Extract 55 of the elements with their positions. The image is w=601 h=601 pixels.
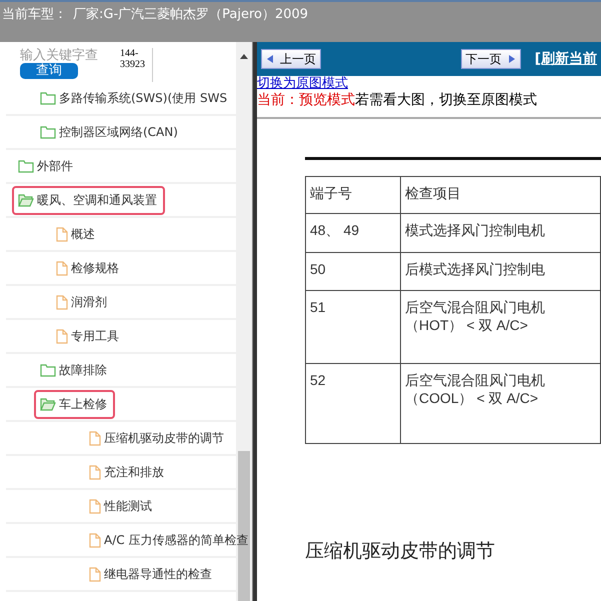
code-text: 144-33923: [120, 48, 153, 82]
table-cell: 模式选择风门控制电机: [400, 214, 600, 252]
section-heading: 压缩机驱动皮带的调节: [305, 539, 496, 564]
window-title: 厂家:G-广汽三菱帕杰罗（Pajero）2009: [73, 6, 308, 23]
tree-item[interactable]: 多路传输系统(SWS)(使用 SWS: [34, 84, 236, 112]
folder-icon: [40, 91, 56, 105]
tree-item[interactable]: 故障排除: [34, 356, 115, 384]
document-icon: [89, 464, 101, 480]
scroll-up-icon[interactable]: [239, 52, 249, 60]
open-folder-icon: [18, 193, 34, 207]
tree-item[interactable]: 概述: [50, 220, 103, 248]
column-header: 端子号: [306, 176, 400, 214]
document-icon: [89, 566, 101, 582]
document-icon: [56, 294, 68, 310]
right-arrow-icon: [508, 54, 516, 64]
mode-switch-link[interactable]: 切换为原图模式: [257, 76, 348, 91]
left-arrow-icon: [266, 54, 274, 64]
tree-item[interactable]: A/C 压力传感器的简单检查: [83, 526, 256, 554]
tree-item[interactable]: 暖风、空调和通风装置: [12, 186, 165, 214]
mode-notice: 当前：预览模式若需看大图，切换至原图模式: [257, 91, 601, 119]
document-icon: [56, 260, 68, 276]
document-icon: [56, 328, 68, 344]
document-icon: [89, 430, 101, 446]
search-button[interactable]: 查询: [20, 63, 78, 79]
folder-icon: [40, 363, 56, 377]
next-page-button[interactable]: 下一页: [460, 49, 521, 69]
document-icon: [89, 498, 101, 514]
table-cell: 后空气混合阻风门电机（COOL） < 双 A/C>: [400, 364, 600, 444]
tree-item[interactable]: 润滑剂: [50, 288, 115, 316]
document-icon: [89, 532, 101, 548]
scrollbar[interactable]: [236, 42, 252, 601]
column-header: 检查项目: [400, 176, 600, 214]
search-field[interactable]: 输入关键字查: [20, 48, 100, 63]
title-label: 当前车型：: [2, 6, 67, 23]
table-cell: 52: [306, 364, 400, 444]
tree-item[interactable]: 检修规格: [50, 254, 127, 282]
tree-item[interactable]: 性能测试: [83, 492, 160, 520]
tree-item[interactable]: 继电器导通性的检查: [83, 560, 220, 588]
previous-page-button[interactable]: 上一页: [261, 49, 321, 69]
open-folder-icon: [40, 397, 56, 411]
table-cell: 48、 49: [306, 214, 400, 252]
tree-item[interactable]: 压缩机驱动皮带的调节: [83, 424, 232, 452]
table-cell: 后空气混合阻风门电机（HOT） < 双 A/C>: [400, 290, 600, 364]
tree-item[interactable]: 控制器区域网络(CAN): [34, 118, 186, 146]
tree-item[interactable]: 专用工具: [50, 322, 127, 350]
table-cell: 51: [306, 290, 400, 364]
tree-item[interactable]: 车上检修: [34, 390, 115, 418]
folder-icon: [40, 125, 56, 139]
table-cell: 50: [306, 252, 400, 290]
refresh-link[interactable]: [刷新当前: [534, 50, 597, 68]
document-icon: [56, 226, 68, 242]
folder-icon: [18, 159, 34, 173]
table-cell: 后模式选择风门控制电: [400, 252, 600, 290]
tree-item[interactable]: 充注和排放: [83, 458, 172, 486]
tree-item[interactable]: 外部件: [12, 152, 81, 180]
